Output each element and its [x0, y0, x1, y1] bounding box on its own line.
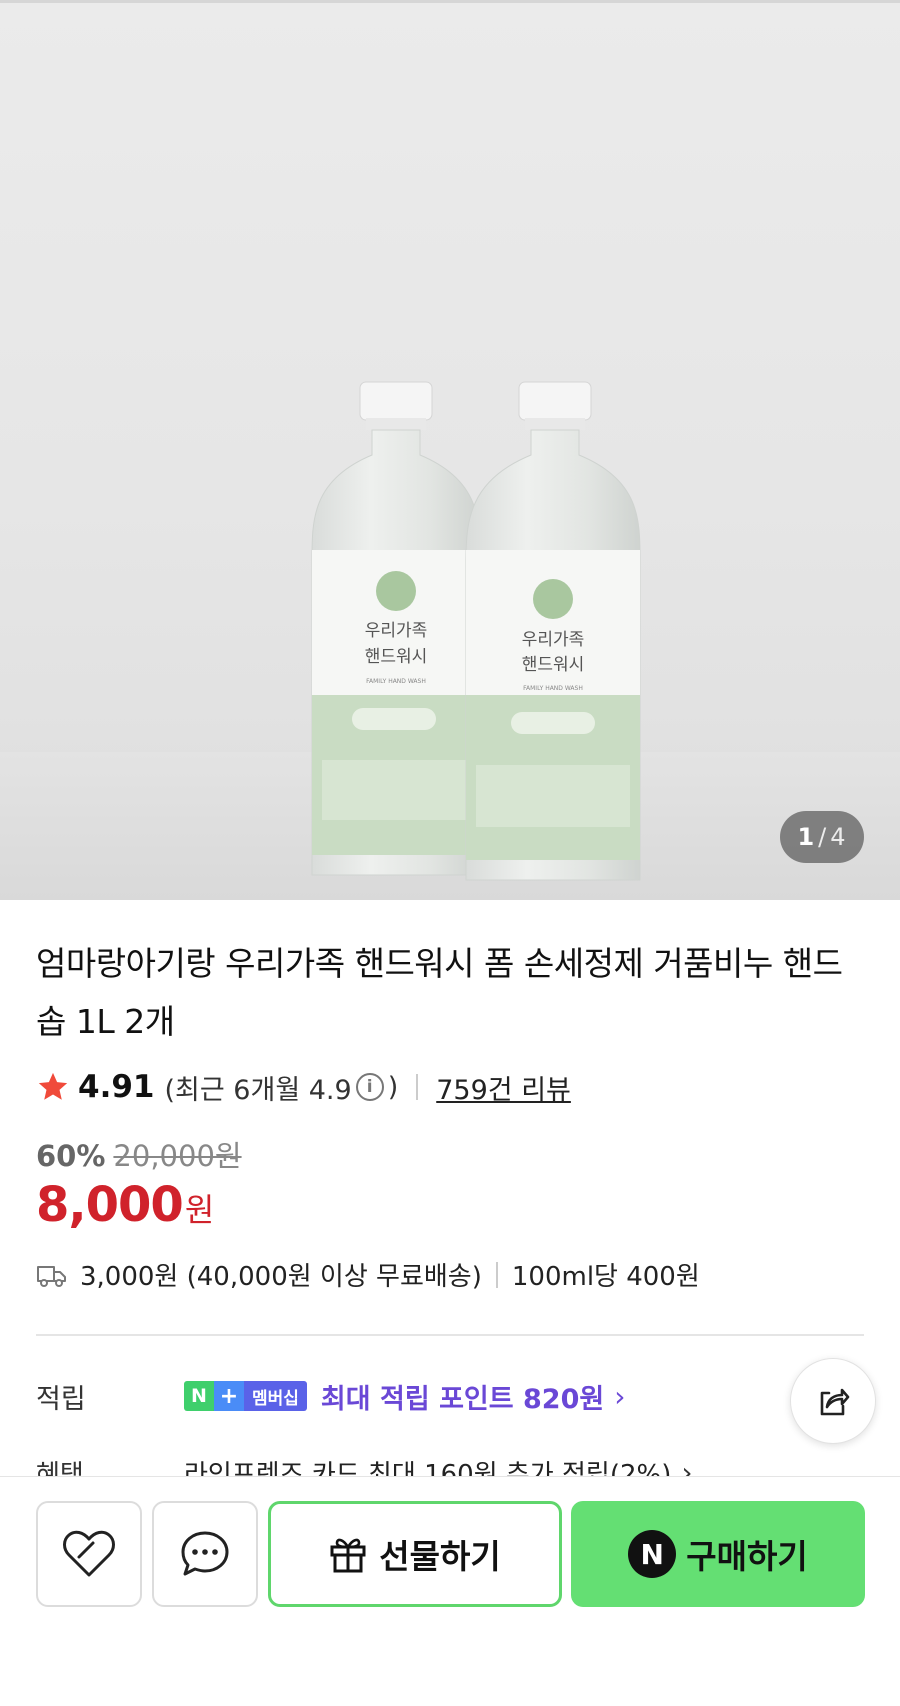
svg-text:FAMILY HAND WASH: FAMILY HAND WASH: [523, 685, 583, 692]
shipping-fee: 3,000원 (40,000원 이상 무료배송): [80, 1262, 482, 1292]
rating-score: 4.91: [78, 1069, 155, 1105]
bottle-right: 우리가족 핸드워시 FAMILY HAND WASH: [465, 381, 641, 881]
image-counter-separator: /: [818, 823, 828, 851]
discount-rate: 60%: [36, 1139, 106, 1173]
section-divider: [36, 1334, 864, 1336]
badge-n: N: [184, 1381, 214, 1411]
currency-unit: 원: [184, 1191, 215, 1229]
svg-text:FAMILY HAND WASH: FAMILY HAND WASH: [366, 678, 426, 685]
gift-label: 선물하기: [379, 1537, 501, 1576]
sale-price-row: 8,000 원: [36, 1177, 214, 1233]
product-title: 엄마랑아기랑 우리가족 핸드워시 폼 손세정제 거품비누 핸드솝 1L 2개: [36, 944, 843, 1041]
buy-button[interactable]: N 구매하기: [571, 1501, 865, 1607]
rating-divider: [416, 1074, 419, 1100]
svg-text:핸드워시: 핸드워시: [365, 647, 428, 667]
points-row[interactable]: 적립 N + 멤버십 최대 적립 포인트 820원 ›: [36, 1372, 864, 1420]
sale-price: 8,000: [36, 1177, 184, 1233]
points-label: 적립: [36, 1383, 86, 1415]
product-image-gallery[interactable]: 우리가족 핸드워시 FAMILY HAND WASH 우리가족 핸드워시 FAM…: [0, 0, 900, 900]
discount-row: 60% 20,000원: [36, 1133, 242, 1175]
svg-text:우리가족: 우리가족: [365, 621, 428, 641]
gift-button[interactable]: 선물하기: [268, 1501, 562, 1607]
image-counter: 1 / 4: [780, 811, 864, 863]
recent-rating-close: ): [387, 1071, 399, 1103]
chat-bubble-icon: [181, 1531, 229, 1576]
shipping-row: 3,000원 (40,000원 이상 무료배송) 100ml당 400원: [36, 1256, 700, 1293]
shipping-divider: [495, 1261, 498, 1288]
recent-rating: (최근 6개월 4.9: [164, 1074, 352, 1106]
original-price: 20,000원: [113, 1139, 242, 1173]
naver-pay-logo: N: [628, 1530, 677, 1578]
zzim-heart-icon: [63, 1530, 115, 1577]
badge-membership: 멤버십: [244, 1381, 307, 1411]
svg-text:우리가족: 우리가족: [522, 630, 585, 650]
chevron-right-icon: ›: [614, 1379, 626, 1413]
truck-icon: [37, 1265, 66, 1287]
unit-price: 100ml당 400원: [511, 1262, 700, 1292]
max-points-text[interactable]: 최대 적립 포인트 820원: [321, 1377, 604, 1416]
rating-row: 4.91 (최근 6개월 4.9 i ) 759건 리뷰: [36, 1066, 571, 1108]
product-photo: 우리가족 핸드워시 FAMILY HAND WASH 우리가족 핸드워시 FAM…: [311, 381, 641, 881]
bottle-left: 우리가족 핸드워시 FAMILY HAND WASH: [311, 381, 481, 876]
image-counter-current: 1: [797, 823, 816, 851]
review-count-link[interactable]: 759건 리뷰: [436, 1068, 571, 1107]
star-icon: [38, 1072, 68, 1100]
info-icon[interactable]: i: [355, 1073, 384, 1101]
bottom-action-bar: 선물하기 N 구매하기: [0, 1476, 900, 1706]
share-icon: [820, 1388, 850, 1416]
gift-icon: [330, 1538, 366, 1573]
zzim-button[interactable]: [36, 1501, 142, 1607]
nplus-membership-badge: N + 멤버십: [184, 1381, 307, 1411]
share-button[interactable]: [790, 1358, 876, 1444]
image-counter-total: 4: [830, 823, 847, 851]
badge-plus: +: [214, 1381, 244, 1411]
buy-label: 구매하기: [686, 1537, 808, 1576]
svg-text:핸드워시: 핸드워시: [522, 655, 585, 675]
talk-button[interactable]: [152, 1501, 258, 1607]
